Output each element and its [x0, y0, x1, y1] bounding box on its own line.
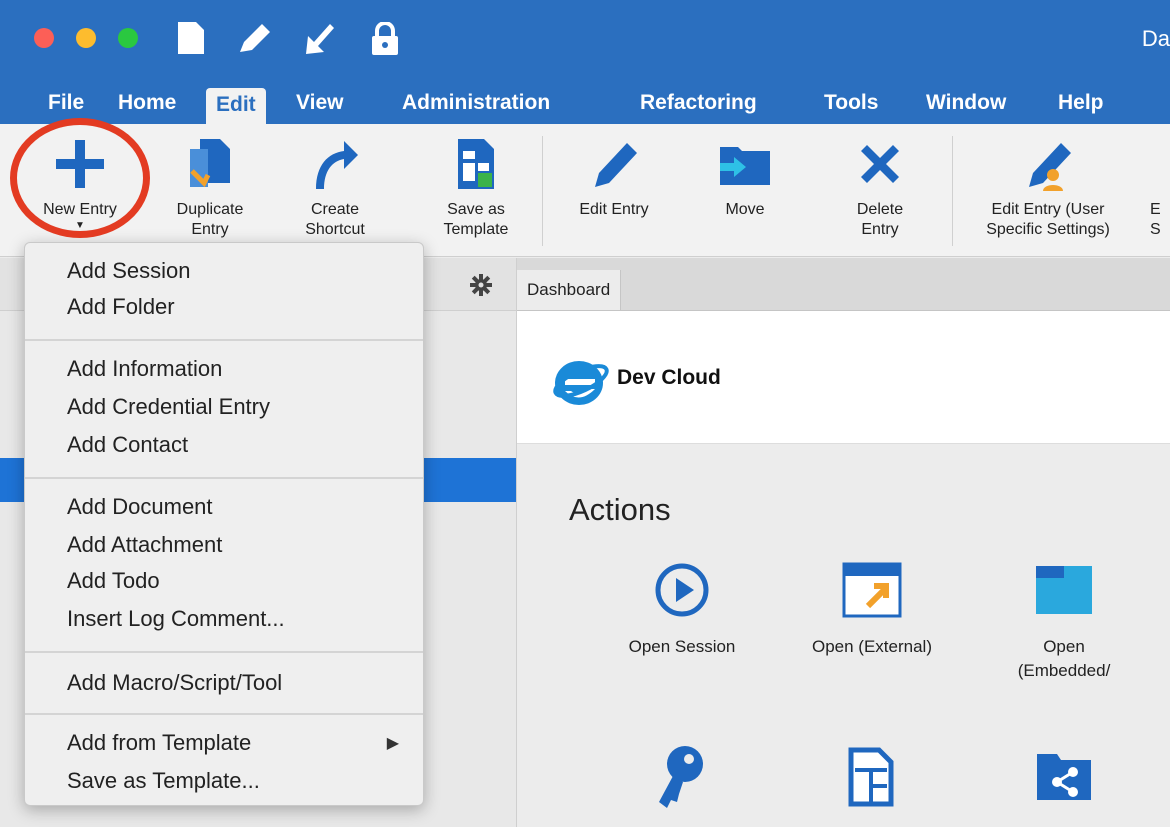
menu-item-add-folder[interactable]: Add Folder — [67, 289, 175, 325]
title-bar: Da — [0, 0, 1170, 80]
shared-folder-icon[interactable] — [1035, 750, 1093, 802]
ribbon-overflow-label: E S — [1150, 201, 1161, 238]
delete-x-icon — [861, 145, 899, 183]
minimize-window-button[interactable] — [76, 28, 96, 48]
menu-file[interactable]: File — [48, 86, 84, 120]
curved-arrow-icon — [316, 141, 358, 189]
action-open-session[interactable]: Open Session — [597, 562, 767, 659]
menu-item-add-macro-script-tool[interactable]: Add Macro/Script/Tool — [67, 665, 282, 701]
action-open-external[interactable]: Open (External) — [787, 562, 957, 659]
template-document-icon[interactable] — [847, 746, 895, 808]
action-label: Open (External) — [812, 637, 932, 656]
action-label: Open Session — [628, 637, 736, 656]
menu-administration[interactable]: Administration — [402, 86, 550, 120]
menu-help[interactable]: Help — [1058, 86, 1104, 120]
internet-explorer-icon — [553, 361, 609, 405]
menu-window[interactable]: Window — [926, 86, 1006, 120]
menu-item-add-session[interactable]: Add Session — [67, 253, 191, 289]
entry-name: Dev Cloud — [617, 366, 721, 389]
menu-bar: File Home Edit View Administration Refac… — [0, 80, 1170, 124]
zoom-window-button[interactable] — [118, 28, 138, 48]
arrow-down-left-icon[interactable] — [304, 22, 336, 56]
menu-item-add-document[interactable]: Add Document — [67, 489, 213, 525]
highlight-circle — [10, 118, 150, 238]
pencil-icon — [595, 143, 637, 187]
lock-icon[interactable] — [370, 22, 400, 56]
actions-title: Actions — [569, 492, 671, 527]
menu-separator — [25, 651, 423, 653]
delete-entry-label: Delete Entry — [856, 201, 904, 238]
play-circle-icon — [655, 563, 709, 617]
delete-entry-button[interactable]: Delete Entry — [830, 134, 930, 240]
move-folder-icon — [720, 147, 770, 185]
menu-item-add-attachment[interactable]: Add Attachment — [67, 527, 222, 563]
new-entry-dropdown-menu: Add Session Add Folder Add Information A… — [24, 242, 424, 806]
menu-edit[interactable]: Edit — [206, 88, 266, 124]
window-title: Da — [1141, 26, 1170, 51]
close-window-button[interactable] — [34, 28, 54, 48]
save-as-template-button[interactable]: Save as Template — [426, 134, 526, 240]
menu-item-add-contact[interactable]: Add Contact — [67, 427, 188, 463]
menu-item-add-credential-entry[interactable]: Add Credential Entry — [67, 389, 270, 425]
edit-entry-user-button[interactable]: Edit Entry (User Specific Settings) — [968, 134, 1128, 240]
edit-entry-user-label: Edit Entry (User Specific Settings) — [986, 201, 1110, 238]
menu-separator — [25, 713, 423, 715]
template-icon — [458, 139, 494, 189]
menu-tools[interactable]: Tools — [824, 86, 878, 120]
tab-dashboard[interactable]: Dashboard — [517, 270, 622, 310]
menu-refactoring[interactable]: Refactoring — [640, 86, 757, 120]
menu-item-insert-log-comment[interactable]: Insert Log Comment... — [67, 601, 285, 637]
ribbon-overflow-button[interactable]: E S — [1150, 134, 1170, 240]
menu-item-add-information[interactable]: Add Information — [67, 351, 222, 387]
edit-entry-label: Edit Entry — [579, 201, 649, 218]
user-pencil-icon — [1029, 143, 1071, 191]
menu-home[interactable]: Home — [118, 86, 176, 120]
dashboard-header: Dev Cloud — [517, 311, 1170, 444]
move-button[interactable]: Move — [700, 134, 790, 220]
create-shortcut-label: Create Shortcut — [305, 201, 365, 238]
edit-entry-button[interactable]: Edit Entry — [564, 134, 664, 220]
gear-icon[interactable] — [470, 274, 492, 296]
duplicate-entry-button[interactable]: Duplicate Entry — [160, 134, 260, 240]
document-icon[interactable] — [178, 22, 204, 54]
dashboard-content: Actions Open Session Open (External) Ope… — [517, 444, 1170, 827]
action-label: Open (Embedded/ — [1017, 637, 1111, 680]
ribbon-separator — [542, 136, 543, 246]
submenu-arrow-icon: ▶ — [386, 735, 399, 752]
move-label: Move — [725, 201, 765, 218]
menu-item-save-as-template[interactable]: Save as Template... — [67, 763, 260, 799]
ribbon-separator — [952, 136, 953, 246]
embedded-folder-icon — [1036, 566, 1092, 614]
pencil-icon[interactable] — [236, 22, 272, 56]
external-window-icon — [842, 562, 902, 618]
action-open-embedded[interactable]: Open (Embedded/ — [979, 562, 1149, 683]
create-shortcut-button[interactable]: Create Shortcut — [290, 134, 380, 240]
document-tab-bar: Dashboard — [517, 258, 1170, 311]
menu-separator — [25, 339, 423, 341]
save-as-template-label: Save as Template — [443, 201, 509, 238]
menu-separator — [25, 477, 423, 479]
key-icon[interactable] — [655, 744, 705, 810]
menu-view[interactable]: View — [296, 86, 343, 120]
ribbon-toolbar: New Entry ▼ Duplicate Entry Create Short… — [0, 124, 1170, 257]
menu-item-add-todo[interactable]: Add Todo — [67, 563, 160, 599]
duplicate-entry-label: Duplicate Entry — [176, 201, 244, 238]
menu-item-add-from-template[interactable]: Add from Template — [67, 725, 251, 761]
duplicate-icon — [190, 139, 230, 188]
